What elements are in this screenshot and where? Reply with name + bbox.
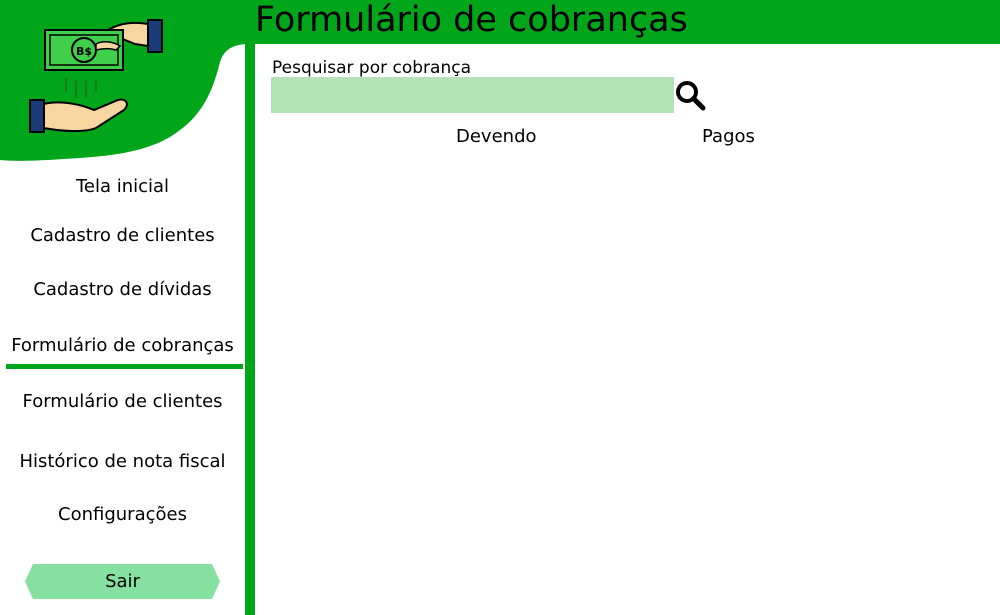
sidebar-item-cadastro-clientes[interactable]: Cadastro de clientes (0, 225, 245, 246)
tab-devendo[interactable]: Devendo (456, 126, 537, 147)
logo: B$ (0, 0, 250, 161)
sidebar-item-formulario-clientes[interactable]: Formulário de clientes (0, 391, 245, 412)
sidebar-item-cadastro-dividas[interactable]: Cadastro de dívidas (0, 279, 245, 300)
sidebar-item-tela-inicial[interactable]: Tela inicial (0, 176, 245, 197)
search-icon[interactable] (674, 79, 708, 111)
sidebar-item-formulario-cobrancas[interactable]: Formulário de cobranças (0, 335, 245, 356)
logout-button[interactable]: Sair (25, 564, 220, 599)
sidebar-item-configuracoes[interactable]: Configurações (0, 504, 245, 525)
logout-label: Sair (105, 571, 140, 592)
sidebar-divider (245, 44, 255, 615)
sidebar-item-historico-nota-fiscal[interactable]: Histórico de nota fiscal (0, 451, 245, 472)
active-nav-indicator (6, 364, 243, 369)
search-label: Pesquisar por cobrança (272, 58, 471, 78)
search-input[interactable] (271, 77, 674, 113)
page-title: Formulário de cobranças (255, 0, 688, 40)
tab-pagos[interactable]: Pagos (702, 126, 755, 147)
currency-symbol: B$ (76, 45, 92, 58)
